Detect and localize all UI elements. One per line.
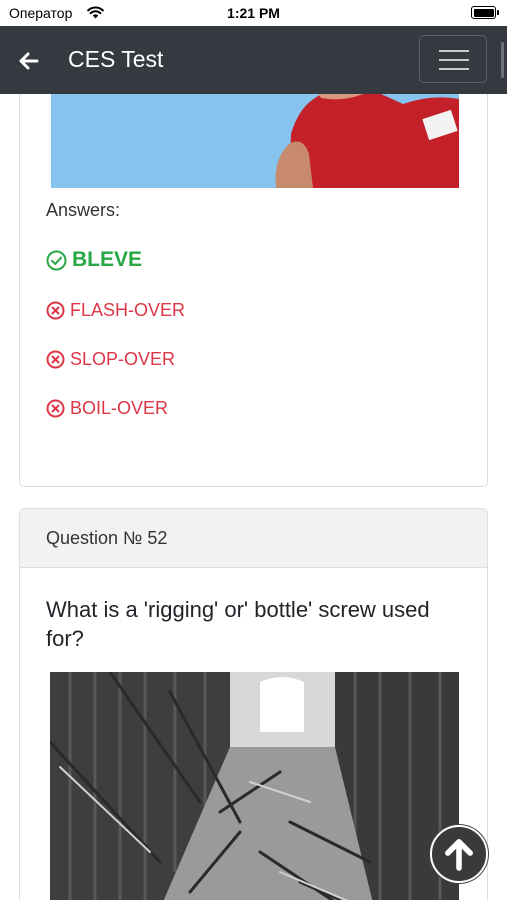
answer-wrong: SLOP-OVER <box>46 349 175 370</box>
arrow-up-icon <box>445 839 473 871</box>
answer-text: FLASH-OVER <box>70 300 186 320</box>
answer-text: BLEVE <box>72 248 143 271</box>
status-bar: Оператор 1:21 PM <box>0 0 507 26</box>
menu-button[interactable] <box>419 35 487 83</box>
question-number: Question № 52 <box>46 528 168 548</box>
check-circle-icon <box>46 250 67 270</box>
x-circle-icon <box>46 350 65 369</box>
question-text: What is a 'rigging' or' bottle' screw us… <box>46 597 430 651</box>
hamburger-icon <box>439 50 469 52</box>
card-header: Question № 52 <box>20 509 487 568</box>
page-title: CES Test <box>68 46 164 72</box>
answer-text: SLOP-OVER <box>70 349 176 369</box>
answer-correct: BLEVE <box>46 248 142 272</box>
answer-wrong: FLASH-OVER <box>46 300 185 321</box>
x-circle-icon <box>46 399 65 418</box>
question-image <box>50 672 459 900</box>
question-card-previous: Answers: BLEVE FLASH-OVER SLOP-OVER BOIL… <box>19 94 488 487</box>
answers-label: Answers: <box>46 200 121 220</box>
battery-icon <box>471 6 499 19</box>
back-arrow-icon[interactable] <box>16 48 42 74</box>
answer-wrong: BOIL-OVER <box>46 398 168 419</box>
scroll-to-top-button[interactable] <box>430 825 488 883</box>
clock: 1:21 PM <box>227 5 280 21</box>
scroll-indicator <box>501 42 504 78</box>
content-area: Answers: BLEVE FLASH-OVER SLOP-OVER BOIL… <box>0 94 507 900</box>
x-circle-icon <box>46 301 65 320</box>
navbar: CES Test <box>0 26 507 94</box>
question-card: Question № 52 What is a 'rigging' or' bo… <box>19 508 488 900</box>
answer-text: BOIL-OVER <box>70 398 169 418</box>
question-image <box>51 94 459 188</box>
